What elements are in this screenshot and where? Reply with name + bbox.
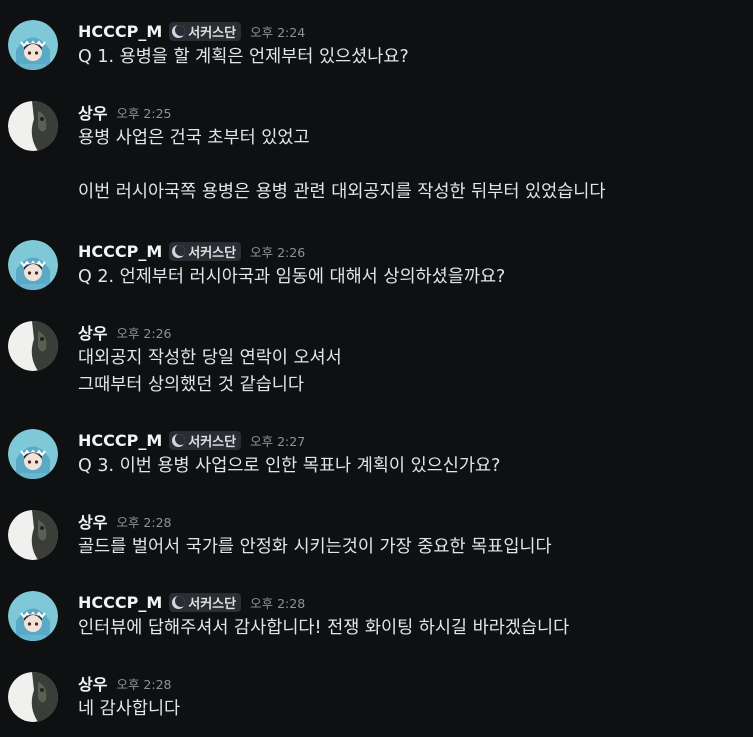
avatar-sangwoo[interactable] [8, 321, 58, 371]
message-content: Q 1. 용병을 할 계획은 언제부터 있으셨나요? [78, 44, 748, 71]
timestamp: 오후 2:24 [250, 24, 306, 40]
message-content: 대외공지 작성한 당일 연락이 오셔서 그때부터 상의했던 것 같습니다 [78, 345, 748, 399]
timestamp: 오후 2:25 [116, 105, 172, 121]
message-content: Q 2. 언제부터 러시아국과 임동에 대해서 상의하셨을까요? [78, 264, 748, 291]
server-tag-badge[interactable]: 서커스단 [169, 430, 242, 450]
message-line: 인터뷰에 답해주셔서 감사합니다! 전쟁 화이팅 하시길 바라겠습니다 [78, 618, 570, 638]
server-tag-badge[interactable]: 서커스단 [169, 592, 242, 612]
server-tag-label: 서커스단 [188, 25, 237, 41]
username[interactable]: 상우 [78, 320, 107, 344]
message-line: 대외공지 작성한 당일 연락이 오셔서 [78, 348, 342, 368]
message-line [78, 152, 748, 179]
message-line: Q 3. 이번 용병 사업으로 인한 목표나 계획이 있으신가요? [78, 456, 501, 476]
timestamp: 오후 2:28 [116, 676, 172, 692]
message-line: Q 1. 용병을 할 계획은 언제부터 있으셨나요? [78, 47, 409, 67]
timestamp: 오후 2:27 [250, 433, 306, 449]
avatar-sangwoo[interactable] [8, 510, 58, 560]
avatar-hcccp[interactable] [8, 429, 58, 479]
message-header: 상우 오후 2:25 [78, 101, 172, 123]
timestamp: 오후 2:28 [116, 514, 172, 530]
message-line: 네 감사합니다 [78, 699, 181, 719]
message-line: 그때부터 상의했던 것 같습니다 [78, 375, 304, 395]
server-tag-label: 서커스단 [188, 434, 237, 450]
avatar-hcccp[interactable] [8, 591, 58, 641]
timestamp: 오후 2:26 [116, 325, 172, 341]
avatar-hcccp[interactable] [8, 240, 58, 290]
message-header: 상우 오후 2:26 [78, 321, 172, 343]
server-tag-label: 서커스단 [188, 596, 237, 612]
server-tag-badge[interactable]: 서커스단 [169, 21, 242, 41]
message-header: 상우 오후 2:28 [78, 672, 172, 694]
server-tag-label: 서커스단 [188, 245, 237, 261]
username[interactable]: HCCCP_M [78, 431, 162, 450]
moon-icon [172, 244, 186, 258]
message-header: HCCCP_M 서커스단 오후 2:28 [78, 591, 305, 613]
message-line: 용병 사업은 건국 초부터 있었고 [78, 128, 310, 148]
server-tag-badge[interactable]: 서커스단 [169, 241, 242, 261]
message-header: 상우 오후 2:28 [78, 510, 172, 532]
message-line: 골드를 벌어서 국가를 안정화 시키는것이 가장 중요한 목표입니다 [78, 537, 552, 557]
moon-icon [172, 595, 186, 609]
username[interactable]: 상우 [78, 100, 107, 124]
message-line: Q 2. 언제부터 러시아국과 임동에 대해서 상의하셨을까요? [78, 267, 506, 287]
message-content: 골드를 벌어서 국가를 안정화 시키는것이 가장 중요한 목표입니다 [78, 534, 748, 561]
username[interactable]: HCCCP_M [78, 593, 162, 612]
avatar-sangwoo[interactable] [8, 672, 58, 722]
username[interactable]: 상우 [78, 509, 107, 533]
message-content: 용병 사업은 건국 초부터 있었고 이번 러시아국쪽 용병은 용병 관련 대외공… [78, 125, 748, 206]
moon-icon [172, 433, 186, 447]
message-header: HCCCP_M 서커스단 오후 2:24 [78, 20, 305, 42]
timestamp: 오후 2:28 [250, 595, 306, 611]
message-content: 인터뷰에 답해주셔서 감사합니다! 전쟁 화이팅 하시길 바라겠습니다 [78, 615, 748, 642]
avatar-hcccp[interactable] [8, 20, 58, 70]
message-header: HCCCP_M 서커스단 오후 2:26 [78, 240, 305, 262]
message-header: HCCCP_M 서커스단 오후 2:27 [78, 429, 305, 451]
chat-log: HCCCP_M 서커스단 오후 2:24 Q 1. 용병을 할 계획은 언제부터… [0, 0, 753, 737]
moon-icon [172, 24, 186, 38]
avatar-sangwoo[interactable] [8, 101, 58, 151]
message-content: Q 3. 이번 용병 사업으로 인한 목표나 계획이 있으신가요? [78, 453, 748, 480]
username[interactable]: HCCCP_M [78, 242, 162, 261]
message-line: 이번 러시아국쪽 용병은 용병 관련 대외공지를 작성한 뒤부터 있었습니다 [78, 182, 606, 202]
username[interactable]: 상우 [78, 671, 107, 695]
username[interactable]: HCCCP_M [78, 22, 162, 41]
message-content: 네 감사합니다 [78, 696, 748, 723]
timestamp: 오후 2:26 [250, 244, 306, 260]
